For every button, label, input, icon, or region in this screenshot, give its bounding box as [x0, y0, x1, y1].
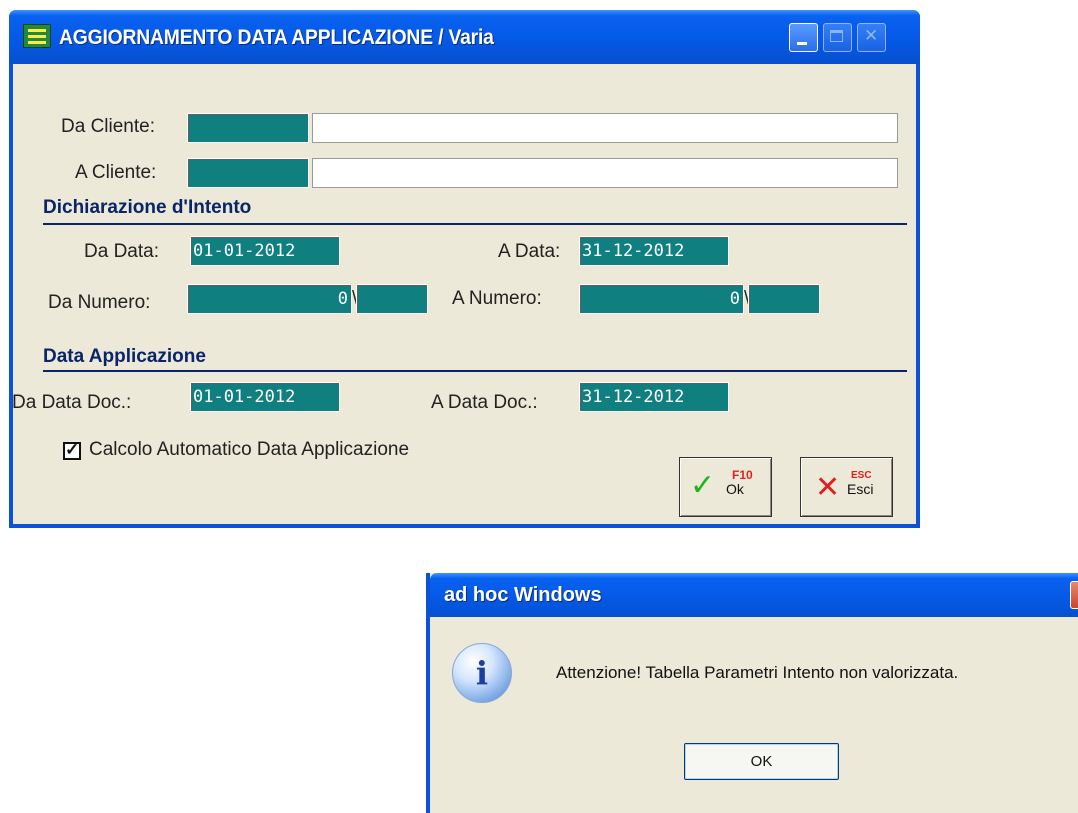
section-dichiarazione-intento: Dichiarazione d'Intento: [43, 197, 252, 218]
main-client-area: Da Cliente: A Cliente: Dichiarazione d'I…: [12, 64, 916, 524]
ok-button-label: Ok: [726, 481, 744, 497]
da-data-doc-field[interactable]: 01-01-2012: [190, 382, 340, 412]
dialog-message: Attenzione! Tabella Parametri Intento no…: [556, 663, 959, 682]
da-cliente-name-field[interactable]: [312, 113, 898, 143]
da-numero-field[interactable]: 0: [187, 284, 352, 314]
dialog-title: ad hoc Windows: [444, 584, 602, 606]
section-divider: [43, 223, 907, 225]
dialog-close-button[interactable]: [1070, 581, 1078, 609]
ok-button[interactable]: ✓ F10 Ok: [679, 457, 772, 517]
a-cliente-label: A Cliente:: [75, 162, 157, 183]
ok-shortcut: F10: [732, 468, 753, 482]
calcolo-automatico-checkbox[interactable]: ✓: [63, 440, 81, 460]
da-data-field[interactable]: 01-01-2012: [190, 236, 340, 266]
info-icon: i: [452, 643, 512, 703]
a-numero-label: A Numero:: [452, 288, 542, 309]
section-data-applicazione: Data Applicazione: [43, 346, 206, 367]
a-cliente-name-field[interactable]: [312, 158, 898, 188]
calcolo-automatico-label: Calcolo Automatico Data Applicazione: [89, 439, 410, 460]
da-numero-serie-field[interactable]: [356, 284, 428, 314]
a-data-doc-field[interactable]: 31-12-2012: [579, 382, 729, 412]
esc-shortcut: ESC: [851, 470, 872, 481]
message-dialog: ad hoc Windows i Attenzione! Tabella Par…: [426, 573, 1078, 813]
minimize-button[interactable]: [789, 23, 818, 52]
da-data-doc-label: Da Data Doc.:: [12, 392, 132, 413]
esci-button[interactable]: ✕ ESC Esci: [800, 457, 893, 517]
close-button: [857, 23, 886, 52]
da-cliente-label: Da Cliente:: [61, 116, 155, 137]
a-data-label: A Data:: [498, 241, 561, 262]
window-title: AGGIORNAMENTO DATA APPLICAZIONE / Varia: [59, 26, 494, 49]
a-numero-serie-field[interactable]: [748, 284, 820, 314]
a-cliente-code-field[interactable]: [187, 158, 309, 188]
a-data-doc-label: A Data Doc.:: [431, 392, 538, 413]
da-numero-label: Da Numero:: [48, 292, 151, 313]
checkmark-icon: ✓: [690, 469, 716, 502]
app-icon: [23, 24, 51, 48]
main-window: AGGIORNAMENTO DATA APPLICAZIONE / Varia …: [9, 10, 920, 528]
a-numero-field[interactable]: 0: [579, 284, 744, 314]
dialog-ok-button[interactable]: OK: [684, 743, 839, 780]
esci-button-label: Esci: [847, 481, 874, 497]
da-data-label: Da Data:: [84, 241, 159, 262]
dialog-titlebar[interactable]: ad hoc Windows: [430, 573, 1078, 617]
close-icon: ✕: [815, 471, 841, 504]
checkmark-icon: ✓: [65, 440, 80, 459]
da-cliente-code-field[interactable]: [187, 113, 309, 143]
main-titlebar[interactable]: AGGIORNAMENTO DATA APPLICAZIONE / Varia: [9, 10, 920, 64]
section-divider: [43, 370, 907, 372]
a-data-field[interactable]: 31-12-2012: [579, 236, 729, 266]
maximize-button: [823, 23, 852, 52]
